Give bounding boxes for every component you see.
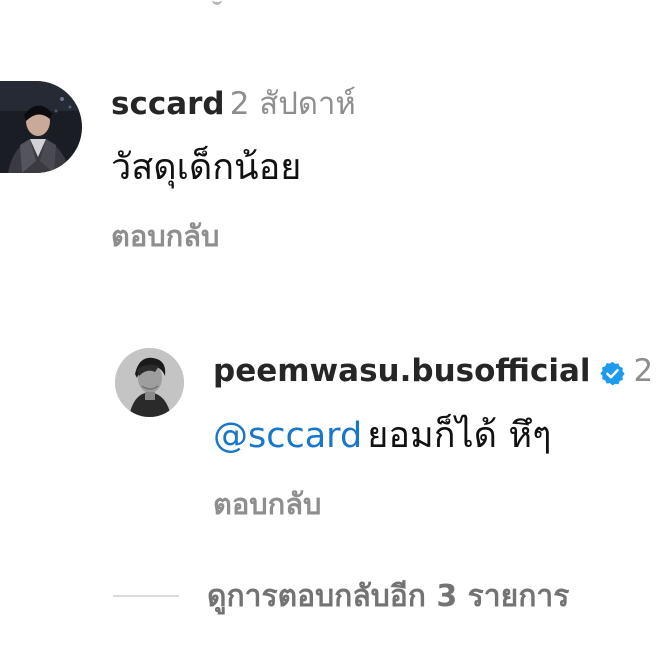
comments-thread: sccard 2 สัปดาห์ วัสดุเด็กน้อย ตอบกลับ p… xyxy=(0,0,665,665)
reply-text: ยอมก็ได้ หึๆ xyxy=(367,415,552,456)
comment-username[interactable]: sccard xyxy=(111,86,225,122)
cropped-glyph-fragment xyxy=(212,0,222,5)
reply-timestamp: 2 xyxy=(633,353,654,389)
verified-badge-icon xyxy=(599,360,626,387)
comment-reply-button[interactable]: ตอบกลับ xyxy=(111,222,219,251)
comment-text: วัสดุเด็กน้อย xyxy=(111,147,302,188)
comment-header: sccard 2 สัปดาห์ xyxy=(111,89,356,120)
reply-body: @sccard ยอมก็ได้ หึๆ xyxy=(213,418,552,454)
view-more-divider xyxy=(113,595,179,597)
view-more-replies-button[interactable]: ดูการตอบกลับอีก 3 รายการ xyxy=(207,582,569,612)
comment-avatar[interactable] xyxy=(0,81,82,173)
reply-mention-link[interactable]: @sccard xyxy=(213,416,362,456)
comment-timestamp: 2 สัปดาห์ xyxy=(229,86,356,122)
profile-photo-icon xyxy=(115,348,184,417)
reply-reply-button[interactable]: ตอบกลับ xyxy=(213,490,321,519)
profile-photo-icon xyxy=(0,81,82,173)
reply-avatar[interactable] xyxy=(115,348,184,417)
reply-username[interactable]: peemwasu.busofficial xyxy=(213,353,591,389)
reply-header: peemwasu.busofficial 2 xyxy=(213,356,653,390)
